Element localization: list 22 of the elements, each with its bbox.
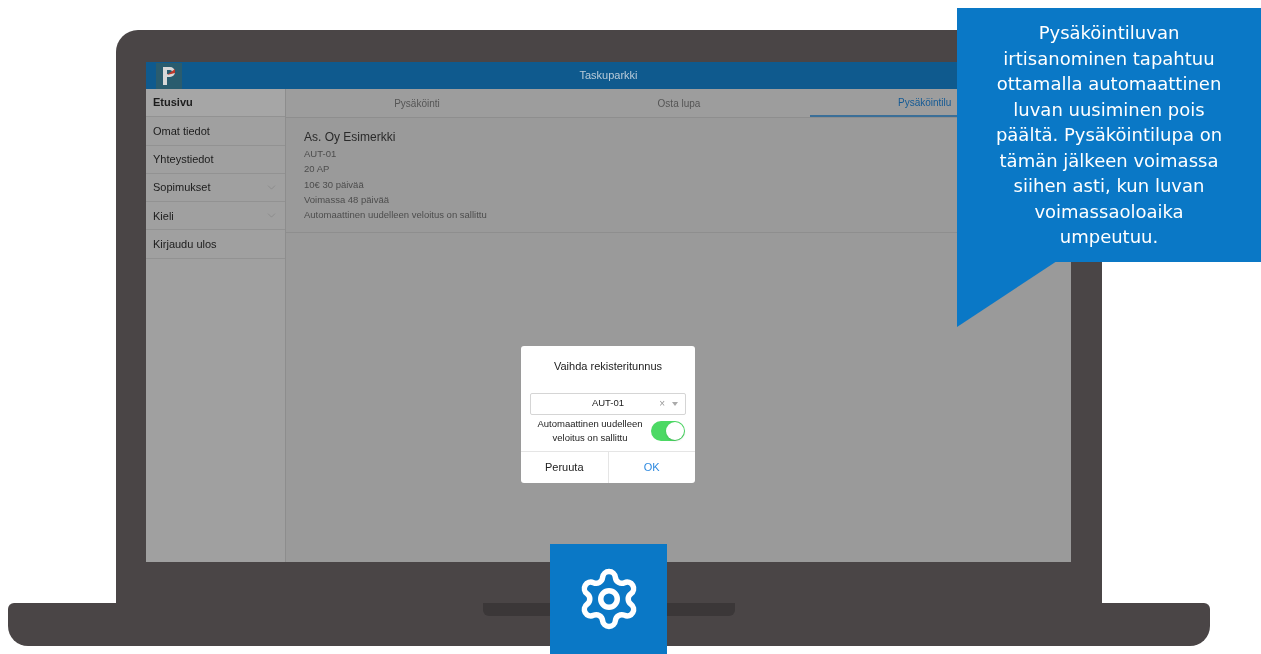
sidebar-item[interactable]: Kirjaudu ulos [146, 230, 285, 259]
toggle-switch[interactable] [651, 420, 685, 441]
permit-detail: 10€ 30 päivää [304, 177, 364, 192]
logo-icon [156, 62, 182, 89]
cancel-button[interactable]: Peruuta [521, 452, 609, 483]
plate-select[interactable]: AUT-01 × [530, 392, 686, 415]
ok-button[interactable]: OK [608, 452, 695, 483]
toggle-label: Automaattinen uudelleen veloitus on sallittu [536, 416, 644, 445]
sidebar-item[interactable]: Etusivu [146, 89, 285, 118]
permit-title: As. Oy Esimerkki [304, 129, 396, 146]
callout-text: Pysäköintiluvan irtisanominen tapahtuu ottamalla automaattinen luvan uusiminen pois päältä. Pysäköintilupa on tämän jälkeen voimassa siihen asti, kun luvan voimassaoloaika umpeutuu. [994, 21, 1224, 249]
permit-detail: 20 AP [304, 162, 330, 177]
dropdown-caret-icon [672, 401, 678, 406]
app-title: Taskuparkki [579, 68, 638, 84]
permit-detail: AUT-01 [304, 147, 337, 161]
permit-detail: Voimassa 48 päivää [304, 192, 390, 207]
dialog-title: Vaihda rekisteritunnus [553, 359, 663, 374]
sidebar-item[interactable]: Kieli [146, 202, 285, 231]
sidebar-item[interactable]: Omat tiedot [146, 117, 285, 146]
permit-detail: Automaattinen uudelleen veloitus on sallittu [304, 208, 487, 222]
sidebar-item[interactable]: Yhteystiedot [146, 145, 285, 174]
sidebar-item[interactable]: Sopimukset [146, 173, 285, 203]
